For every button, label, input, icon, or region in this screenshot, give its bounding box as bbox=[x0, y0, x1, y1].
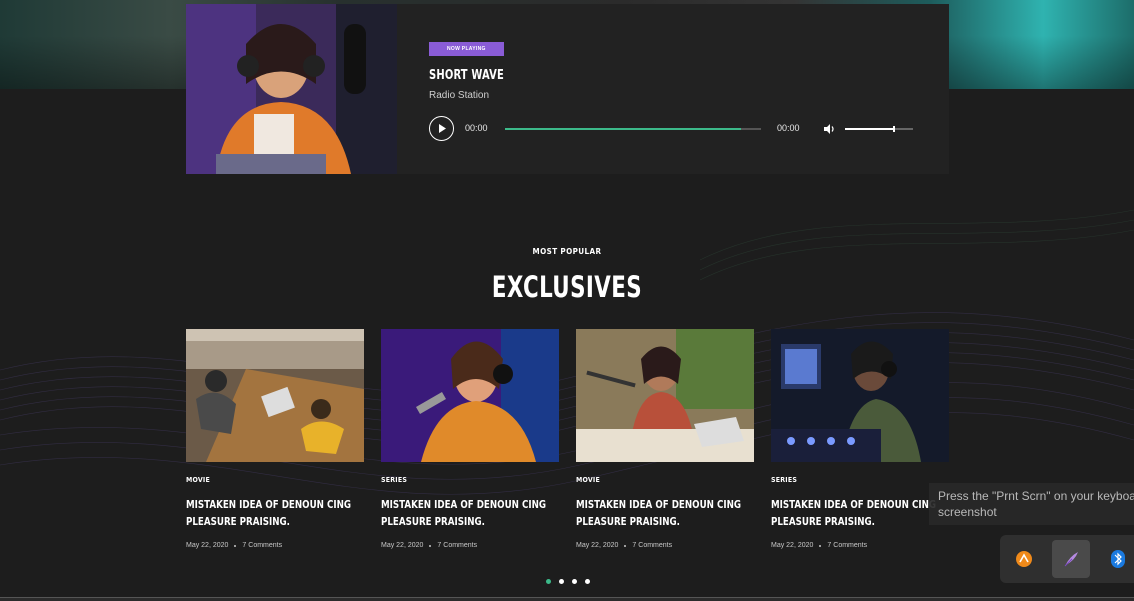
card-date: May 22, 2020 bbox=[576, 542, 619, 549]
card-date: May 22, 2020 bbox=[381, 542, 424, 549]
pagination-dot[interactable] bbox=[585, 579, 590, 584]
app-orange-icon[interactable] bbox=[1012, 547, 1036, 571]
volume-slider-handle[interactable] bbox=[892, 126, 895, 132]
exclusive-card[interactable]: MOVIE MISTAKEN IDEA OF DENOUN CING PLEAS… bbox=[186, 329, 364, 549]
card-comments[interactable]: 7 Comments bbox=[437, 542, 477, 549]
meta-separator-dot bbox=[429, 544, 432, 547]
card-category[interactable]: SERIES bbox=[381, 476, 559, 484]
total-time: 00:00 bbox=[777, 123, 800, 133]
exclusive-card[interactable]: SERIES MISTAKEN IDEA OF DENOUN CING PLEA… bbox=[771, 329, 949, 549]
track-title: SHORT WAVE bbox=[429, 68, 504, 83]
card-meta: May 22, 2020 7 Comments bbox=[771, 542, 949, 549]
play-button[interactable] bbox=[429, 116, 454, 141]
current-time: 00:00 bbox=[465, 123, 488, 133]
bottom-divider bbox=[0, 597, 1134, 601]
card-image[interactable] bbox=[576, 329, 754, 462]
progress-bar[interactable] bbox=[505, 128, 761, 130]
card-comments[interactable]: 7 Comments bbox=[632, 542, 672, 549]
bluetooth-icon[interactable] bbox=[1106, 547, 1130, 571]
exclusive-card[interactable]: SERIES MISTAKEN IDEA OF DENOUN CING PLEA… bbox=[381, 329, 559, 549]
background-wave-lines bbox=[0, 209, 1134, 495]
card-category[interactable]: SERIES bbox=[771, 476, 949, 484]
player-thumbnail-image bbox=[186, 4, 397, 174]
card-image[interactable] bbox=[186, 329, 364, 462]
card-category[interactable]: MOVIE bbox=[576, 476, 754, 484]
meta-separator-dot bbox=[819, 544, 822, 547]
screenshot-hint-toast: Press the "Prnt Scrn" on your keyboa scr… bbox=[929, 483, 1134, 525]
progress-fill bbox=[505, 128, 741, 130]
carousel-pagination bbox=[546, 579, 590, 584]
system-tray-popup bbox=[1000, 535, 1134, 583]
now-playing-badge: NOW PLAYING bbox=[429, 42, 504, 56]
volume-fill bbox=[845, 128, 893, 130]
card-title[interactable]: MISTAKEN IDEA OF DENOUN CING PLEASURE PR… bbox=[381, 496, 557, 530]
meta-separator-dot bbox=[624, 544, 627, 547]
toast-line-1: Press the "Prnt Scrn" on your keyboa bbox=[938, 489, 1134, 503]
volume-slider[interactable] bbox=[845, 126, 913, 132]
card-image[interactable] bbox=[381, 329, 559, 462]
card-meta: May 22, 2020 7 Comments bbox=[381, 542, 559, 549]
card-image[interactable] bbox=[771, 329, 949, 462]
toast-line-2: screenshot bbox=[938, 505, 997, 519]
card-meta: May 22, 2020 7 Comments bbox=[576, 542, 754, 549]
feather-pen-icon[interactable] bbox=[1052, 540, 1090, 578]
pagination-dot[interactable] bbox=[559, 579, 564, 584]
card-meta: May 22, 2020 7 Comments bbox=[186, 542, 364, 549]
player-controls-area: NOW PLAYING SHORT WAVE Radio Station 00:… bbox=[397, 4, 949, 174]
track-subtitle: Radio Station bbox=[429, 90, 490, 101]
pagination-dot[interactable] bbox=[546, 579, 551, 584]
section-kicker: MOST POPULAR bbox=[532, 247, 602, 256]
volume-icon[interactable] bbox=[823, 122, 837, 136]
card-title[interactable]: MISTAKEN IDEA OF DENOUN CING PLEASURE PR… bbox=[576, 496, 752, 530]
audio-player-card: NOW PLAYING SHORT WAVE Radio Station 00:… bbox=[186, 4, 949, 174]
card-category[interactable]: MOVIE bbox=[186, 476, 364, 484]
card-title[interactable]: MISTAKEN IDEA OF DENOUN CING PLEASURE PR… bbox=[771, 496, 947, 530]
card-date: May 22, 2020 bbox=[771, 542, 814, 549]
exclusive-card[interactable]: MOVIE MISTAKEN IDEA OF DENOUN CING PLEAS… bbox=[576, 329, 754, 549]
card-date: May 22, 2020 bbox=[186, 542, 229, 549]
play-icon bbox=[438, 124, 446, 133]
section-title: EXCLUSIVES bbox=[491, 270, 643, 304]
pagination-dot[interactable] bbox=[572, 579, 577, 584]
meta-separator-dot bbox=[234, 544, 237, 547]
card-comments[interactable]: 7 Comments bbox=[827, 542, 867, 549]
card-comments[interactable]: 7 Comments bbox=[242, 542, 282, 549]
card-title[interactable]: MISTAKEN IDEA OF DENOUN CING PLEASURE PR… bbox=[186, 496, 362, 530]
